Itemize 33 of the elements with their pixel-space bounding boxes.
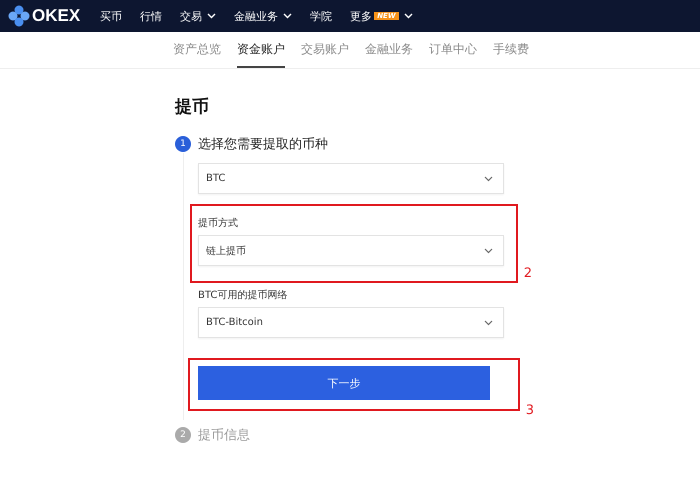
chevron-down-icon (484, 176, 493, 182)
select-field[interactable]: BTC (198, 163, 504, 194)
step-number: 1 (175, 136, 191, 152)
select-field[interactable]: BTC-Bitcoin (198, 307, 504, 338)
account-tab[interactable]: 金融业务 (365, 32, 413, 68)
nav-link[interactable]: 交易 (180, 8, 202, 24)
page-title: 提币 (175, 96, 210, 118)
step-label: 提币信息 (198, 427, 250, 444)
step-number: 2 (175, 427, 191, 443)
account-tab[interactable]: 资产总览 (173, 32, 221, 68)
logo-icon (8, 5, 30, 27)
nav-link[interactable]: 买币 (100, 8, 122, 24)
select-field[interactable]: 链上提币 (198, 235, 504, 266)
account-tab[interactable]: 手续费 (493, 32, 529, 68)
account-tab[interactable]: 订单中心 (429, 32, 477, 68)
nav-link[interactable]: 更多 (350, 8, 372, 24)
account-tab[interactable]: 交易账户 (301, 32, 349, 68)
nav-link[interactable]: 金融业务 (234, 8, 278, 24)
nav-link[interactable]: 学院 (310, 8, 332, 24)
field-label: BTC可用的提币网络 (198, 288, 288, 302)
chevron-down-icon (404, 13, 413, 19)
chevron-down-icon (283, 13, 292, 19)
chevron-down-icon (484, 320, 493, 326)
chevron-down-icon (484, 248, 493, 254)
field-label: 提币方式 (198, 216, 239, 230)
account-tab[interactable]: 资金账户 (237, 32, 285, 68)
nav-link[interactable]: 行情 (140, 8, 162, 24)
annotation-number: 3 (526, 403, 534, 418)
logo-text[interactable]: OKEX (32, 6, 80, 26)
next-step-button[interactable]: 下一步 (198, 366, 490, 400)
chevron-down-icon (207, 13, 216, 19)
annotation-number: 2 (524, 266, 532, 281)
step-label: 选择您需要提取的币种 (198, 136, 328, 153)
